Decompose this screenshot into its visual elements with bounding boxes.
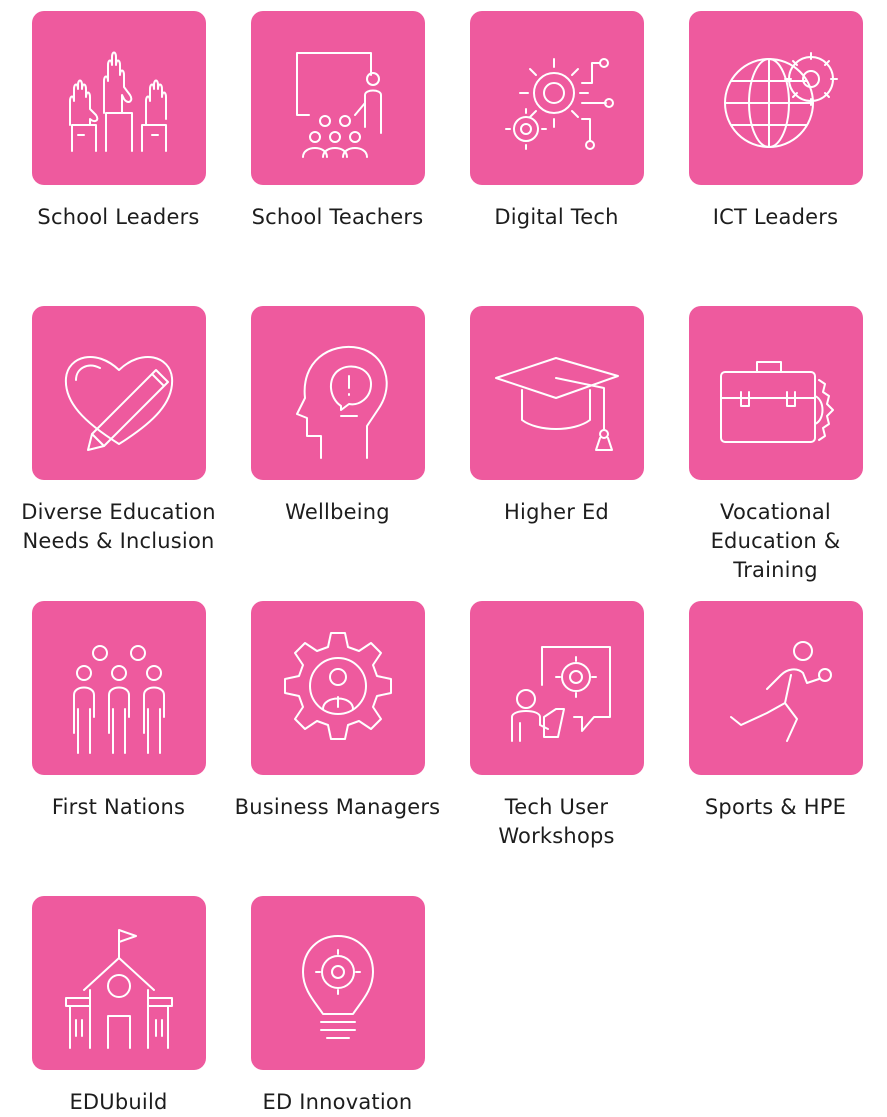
category-tile bbox=[469, 601, 644, 775]
category-tile bbox=[688, 11, 863, 185]
category-diverse-education[interactable]: Diverse Education Needs & Inclusion bbox=[9, 306, 228, 556]
category-school-leaders[interactable]: School Leaders bbox=[9, 11, 228, 232]
people-group-icon bbox=[72, 645, 165, 754]
category-tile bbox=[250, 11, 425, 185]
category-ict-leaders[interactable]: ICT Leaders bbox=[666, 11, 885, 232]
graduation-cap-icon bbox=[494, 357, 619, 451]
category-tile bbox=[688, 601, 863, 775]
category-label: ED Innovation bbox=[262, 1090, 413, 1114]
category-label: Diverse Education Needs & Inclusion bbox=[21, 500, 216, 553]
category-edubuild[interactable]: EDUbuild bbox=[9, 896, 228, 1117]
category-label: School Teachers bbox=[251, 205, 424, 229]
runner-icon bbox=[729, 641, 832, 742]
category-label: School Leaders bbox=[37, 205, 200, 229]
category-label: Vocational Education & Training bbox=[710, 500, 841, 582]
raised-hands-icon bbox=[68, 51, 167, 152]
category-tile bbox=[31, 601, 206, 775]
category-tile bbox=[31, 306, 206, 480]
category-first-nations[interactable]: First Nations bbox=[9, 601, 228, 822]
category-tile bbox=[31, 896, 206, 1070]
category-label: EDUbuild bbox=[69, 1090, 168, 1114]
category-label: Higher Ed bbox=[504, 500, 609, 524]
category-wellbeing[interactable]: Wellbeing bbox=[228, 306, 447, 527]
category-business-managers[interactable]: Business Managers bbox=[228, 601, 447, 822]
category-label: Digital Tech bbox=[494, 205, 619, 229]
category-tile bbox=[688, 306, 863, 480]
category-label: ICT Leaders bbox=[712, 205, 839, 229]
category-school-teachers[interactable]: School Teachers bbox=[228, 11, 447, 232]
category-digital-tech[interactable]: Digital Tech bbox=[447, 11, 666, 232]
category-tile bbox=[250, 306, 425, 480]
category-ed-innovation[interactable]: ED Innovation bbox=[228, 896, 447, 1117]
category-label: Wellbeing bbox=[285, 500, 390, 524]
category-tile bbox=[250, 896, 425, 1070]
category-tile bbox=[31, 11, 206, 185]
head-thought-icon bbox=[295, 346, 388, 459]
category-tech-user-workshops[interactable]: Tech User Workshops bbox=[447, 601, 666, 851]
lightbulb-gear-icon bbox=[301, 935, 374, 1039]
gears-circuit-icon bbox=[504, 58, 614, 150]
category-label: Business Managers bbox=[234, 795, 441, 819]
category-higher-ed[interactable]: Higher Ed bbox=[447, 306, 666, 527]
category-tile bbox=[469, 306, 644, 480]
briefcase-gear-icon bbox=[719, 361, 834, 443]
gear-person-icon bbox=[283, 632, 392, 740]
category-vocational[interactable]: Vocational Education & Training bbox=[666, 306, 885, 585]
school-building-icon bbox=[64, 929, 173, 1049]
globe-gear-icon bbox=[723, 52, 838, 148]
category-label: First Nations bbox=[51, 795, 186, 819]
classroom-teacher-icon bbox=[295, 52, 382, 158]
category-sports-hpe[interactable]: Sports & HPE bbox=[666, 601, 885, 822]
category-label: Sports & HPE bbox=[704, 795, 847, 819]
category-label: Tech User Workshops bbox=[498, 795, 615, 848]
heart-pencil-icon bbox=[64, 355, 173, 451]
category-tile bbox=[250, 601, 425, 775]
presenter-gear-icon bbox=[510, 646, 611, 742]
category-tile bbox=[469, 11, 644, 185]
